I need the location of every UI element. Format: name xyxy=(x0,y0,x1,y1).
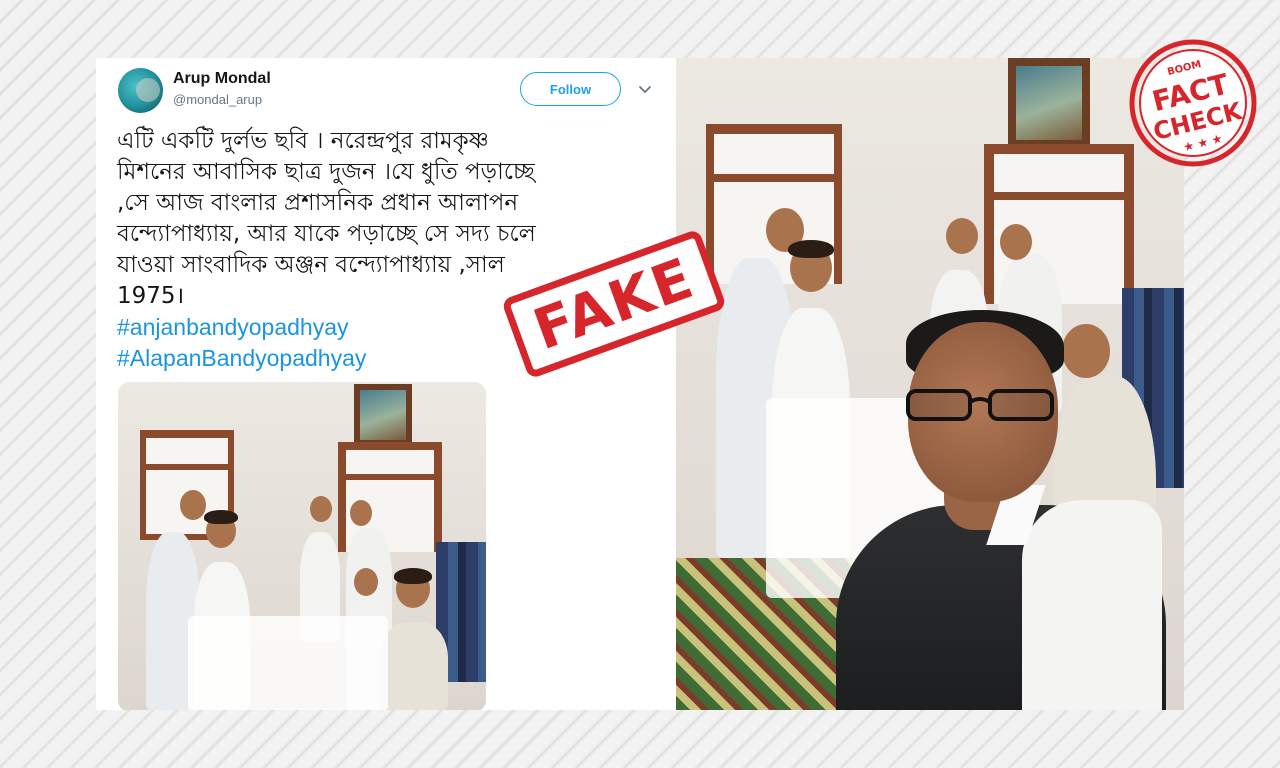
tweet-text-line: ,সে আজ বাংলার প্রশাসনিক প্রধান আলাপন xyxy=(117,190,519,216)
follow-button[interactable]: Follow xyxy=(520,72,621,106)
tweet-text-line: এটি একটি দুর্লভ ছবি । নরেন্দ্রপুর রামকৃষ… xyxy=(117,128,489,154)
tweet-text-line: মিশনের আবাসিক ছাত্র দুজন ।যে ধুতি পড়াচ্… xyxy=(117,159,535,185)
avatar[interactable] xyxy=(118,68,163,113)
glasses-icon xyxy=(906,389,1054,421)
tweet-photo[interactable] xyxy=(118,382,486,710)
fact-check-logo: BOOM FACT CHECK ★ ★ ★ xyxy=(1129,39,1257,167)
official-portrait xyxy=(836,310,1166,710)
user-name[interactable]: Arup Mondal xyxy=(173,70,271,88)
tweet-text-line: বন্দ্যোপাধ্যায়, আর যাকে পড়াচ্ছে সে সদ্… xyxy=(117,221,536,247)
user-handle[interactable]: @mondal_arup xyxy=(173,92,262,107)
chevron-down-icon[interactable] xyxy=(638,82,652,96)
tweet-card: Arup Mondal @mondal_arup Follow এটি একটি… xyxy=(96,58,676,710)
